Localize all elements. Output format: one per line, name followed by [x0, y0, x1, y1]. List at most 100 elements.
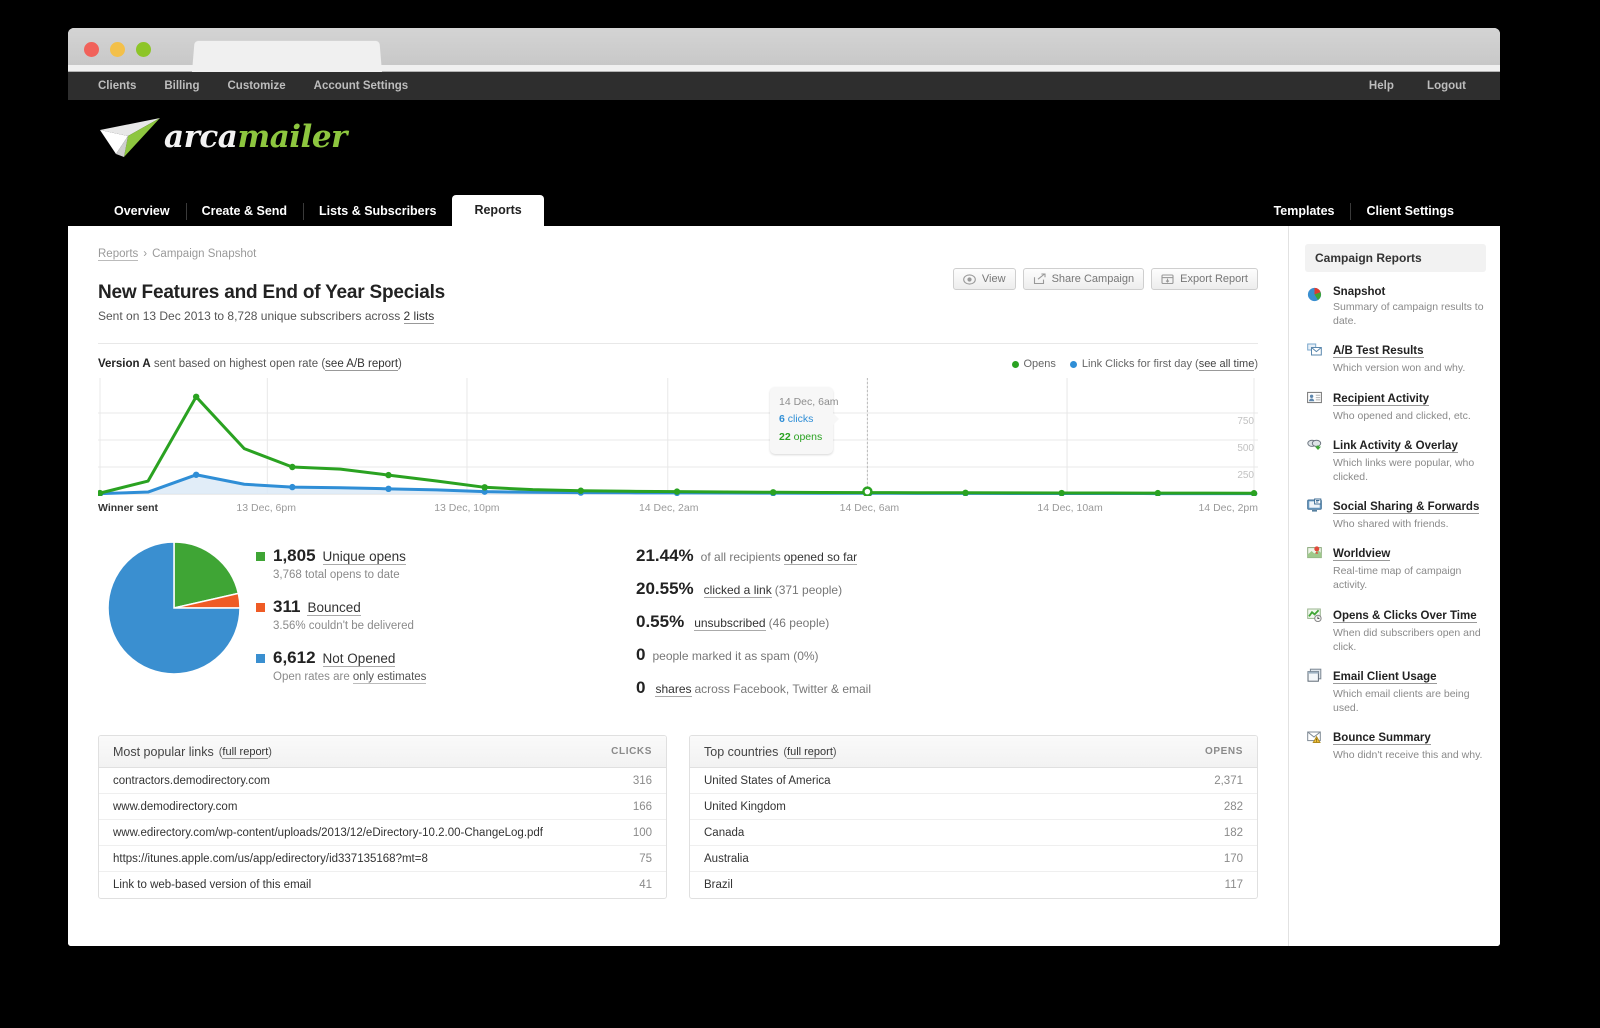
table-row[interactable]: Canada 182 — [690, 820, 1257, 846]
ab-version-label: Version A sent based on highest open rat… — [98, 358, 402, 371]
subtitle-lists-link[interactable]: 2 lists — [403, 309, 435, 324]
nav-client-settings[interactable]: Client Settings — [1350, 197, 1470, 226]
rail-item-a-b-test-results[interactable]: A/B Test Results Which version won and wh… — [1305, 341, 1486, 375]
stat-bounced-label[interactable]: Bounced — [307, 600, 361, 616]
svg-text:250: 250 — [1237, 470, 1254, 481]
rail-item-title[interactable]: Recipient Activity — [1333, 393, 1430, 406]
rail-item-title[interactable]: Social Sharing & Forwards — [1333, 501, 1480, 515]
rail-item-desc: When did subscribers open and click. — [1333, 626, 1481, 653]
only-estimates-link[interactable]: only estimates — [352, 671, 427, 684]
table-row-name: Brazil — [704, 879, 733, 891]
page-body: Reports › Campaign Snapshot New Features a… — [68, 226, 1500, 946]
tooltip-clicks: 6 clicks — [779, 411, 824, 428]
countries-full-report-link[interactable]: full report — [787, 745, 833, 759]
close-window-button[interactable] — [84, 42, 99, 57]
nav-reports[interactable]: Reports — [452, 195, 544, 226]
rail-item-title: Snapshot — [1333, 286, 1386, 298]
rail-items: Snapshot Summary of campaign results to d… — [1305, 286, 1486, 762]
table-row[interactable]: www.demodirectory.com 166 — [99, 794, 666, 820]
utilnav-billing[interactable]: Billing — [164, 80, 199, 92]
table-row[interactable]: United States of America 2,371 — [690, 768, 1257, 794]
trend-clock-icon — [1307, 606, 1329, 654]
rail-item-email-client-usage[interactable]: Email Client Usage Which email clients ar… — [1305, 667, 1486, 715]
clicked-a-link-link[interactable]: clicked a link — [703, 583, 772, 598]
links-full-report-link[interactable]: full report — [222, 745, 269, 759]
table-row[interactable]: United Kingdom 282 — [690, 794, 1257, 820]
rail-item-body: Snapshot Summary of campaign results to d… — [1329, 286, 1486, 328]
rail-item-body: Link Activity & Overlay Which links were … — [1329, 436, 1486, 484]
subtitle-text: Sent on 13 Dec 2013 to 8,728 unique subs… — [98, 309, 404, 323]
utilnav-account-settings[interactable]: Account Settings — [314, 80, 409, 92]
rail-item-title[interactable]: Email Client Usage — [1333, 671, 1437, 684]
chart-x-axis: Winner sent 13 Dec, 6pm 13 Dec, 10pm 14 Dec… — [98, 502, 1258, 516]
pct-clicked: 20.55% clicked a link (371 people) — [636, 579, 1258, 599]
table-row-value: 75 — [639, 852, 652, 865]
ab-text: sent based on highest open rate ( — [150, 358, 326, 370]
pie-chart-icon — [1307, 286, 1329, 328]
table-row[interactable]: contractors.demodirectory.com 316 — [99, 768, 666, 794]
stat-bounced-main: 311 Bounced — [256, 597, 628, 617]
maximize-window-button[interactable] — [136, 42, 151, 57]
table-row[interactable]: www.edirectory.com/wp-content/uploads/20… — [99, 820, 666, 846]
rail-item-recipient-activity[interactable]: Recipient Activity Who opened and clicked… — [1305, 389, 1486, 423]
opens-clicks-chart[interactable]: 250 500 750 14 Dec, 6am 6 clicks 22 opens — [98, 378, 1258, 500]
utilnav-logout[interactable]: Logout — [1427, 80, 1466, 92]
warning-mail-icon — [1307, 728, 1329, 762]
stat-not-opened-main: 6,612 Not Opened — [256, 648, 628, 668]
tooltip-clicks-value: 6 — [779, 413, 785, 426]
utilnav-clients[interactable]: Clients — [98, 80, 136, 92]
table-row-name: www.edirectory.com/wp-content/uploads/20… — [113, 826, 544, 839]
legend-opens-dot — [1011, 360, 1019, 368]
export-report-button[interactable]: Export Report — [1151, 268, 1258, 290]
rail-item-title[interactable]: A/B Test Results — [1333, 345, 1424, 359]
rail-item-title[interactable]: Link Activity & Overlay — [1333, 440, 1458, 453]
links-table-column: CLICKS — [611, 746, 652, 757]
window-controls[interactable] — [84, 42, 151, 57]
link-icon — [1307, 436, 1329, 484]
utilnav-help[interactable]: Help — [1369, 80, 1394, 92]
breadcrumb-reports[interactable]: Reports — [98, 248, 139, 261]
table-row[interactable]: Brazil 117 — [690, 872, 1257, 898]
table-row[interactable]: Link to web-based version of this email 4… — [99, 872, 666, 898]
rail-item-social-sharing-forwards[interactable]: Social Sharing & Forwards Who shared with… — [1305, 497, 1486, 531]
table-row-value: 117 — [1224, 879, 1243, 891]
logo[interactable]: arcamailer — [98, 116, 347, 158]
see-all-time-link[interactable]: see all time — [1198, 358, 1255, 371]
table-row[interactable]: https://itunes.apple.com/us/app/edirecto… — [99, 846, 666, 872]
nav-create-send[interactable]: Create & Send — [185, 197, 303, 226]
rail-item-title[interactable]: Opens & Clicks Over Time — [1333, 610, 1477, 623]
nav-lists-subscribers[interactable]: Lists & Subscribers — [303, 197, 452, 226]
eye-icon — [963, 273, 976, 285]
utilnav-customize[interactable]: Customize — [227, 80, 285, 92]
rail-item-title[interactable]: Bounce Summary — [1333, 732, 1431, 746]
rail-item-title[interactable]: Worldview — [1333, 548, 1391, 562]
windows-icon — [1307, 667, 1329, 715]
unsubscribed-link[interactable]: unsubscribed — [694, 616, 766, 631]
rail-item-link-activity-overlay[interactable]: Link Activity & Overlay Which links were … — [1305, 436, 1486, 484]
stat-unique-opens-label[interactable]: Unique opens — [322, 549, 406, 565]
stat-not-opened-label[interactable]: Not Opened — [322, 651, 396, 667]
countries-table-column: OPENS — [1204, 746, 1243, 757]
rail-item-bounce-summary[interactable]: Bounce Summary Who didn't receive this an… — [1305, 728, 1486, 762]
table-row-value: 170 — [1223, 852, 1243, 865]
pct-opened-value: 21.44% — [636, 546, 694, 565]
stat-unique-opens: 1,805 Unique opens 3,768 total opens to d… — [256, 546, 628, 581]
ab-report-link[interactable]: see A/B report — [325, 358, 399, 371]
shares-link[interactable]: shares — [655, 682, 692, 697]
rail-item-body: Email Client Usage Which email clients ar… — [1329, 667, 1486, 715]
stat-not-opened-sub-text: Open rates are — [273, 671, 353, 683]
x-tick-label: 14 Dec, 10am — [1037, 502, 1103, 514]
table-row-value: 100 — [632, 826, 652, 839]
rail-item-worldview[interactable]: Worldview Real-time map of campaign activ… — [1305, 544, 1486, 592]
minimize-window-button[interactable] — [110, 42, 125, 57]
nav-templates[interactable]: Templates — [1258, 197, 1351, 226]
map-pin-icon — [1307, 544, 1329, 592]
tooltip-clicks-label: clicks — [787, 413, 814, 426]
share-campaign-button[interactable]: Share Campaign — [1022, 268, 1145, 290]
view-button[interactable]: View — [952, 268, 1016, 290]
opened-so-far-link[interactable]: opened so far — [783, 550, 858, 565]
rail-item-snapshot[interactable]: Snapshot Summary of campaign results to d… — [1305, 286, 1486, 328]
table-row[interactable]: Australia 170 — [690, 846, 1257, 872]
nav-overview[interactable]: Overview — [98, 197, 186, 226]
rail-item-opens-clicks-over-time[interactable]: Opens & Clicks Over Time When did subscri… — [1305, 606, 1486, 654]
